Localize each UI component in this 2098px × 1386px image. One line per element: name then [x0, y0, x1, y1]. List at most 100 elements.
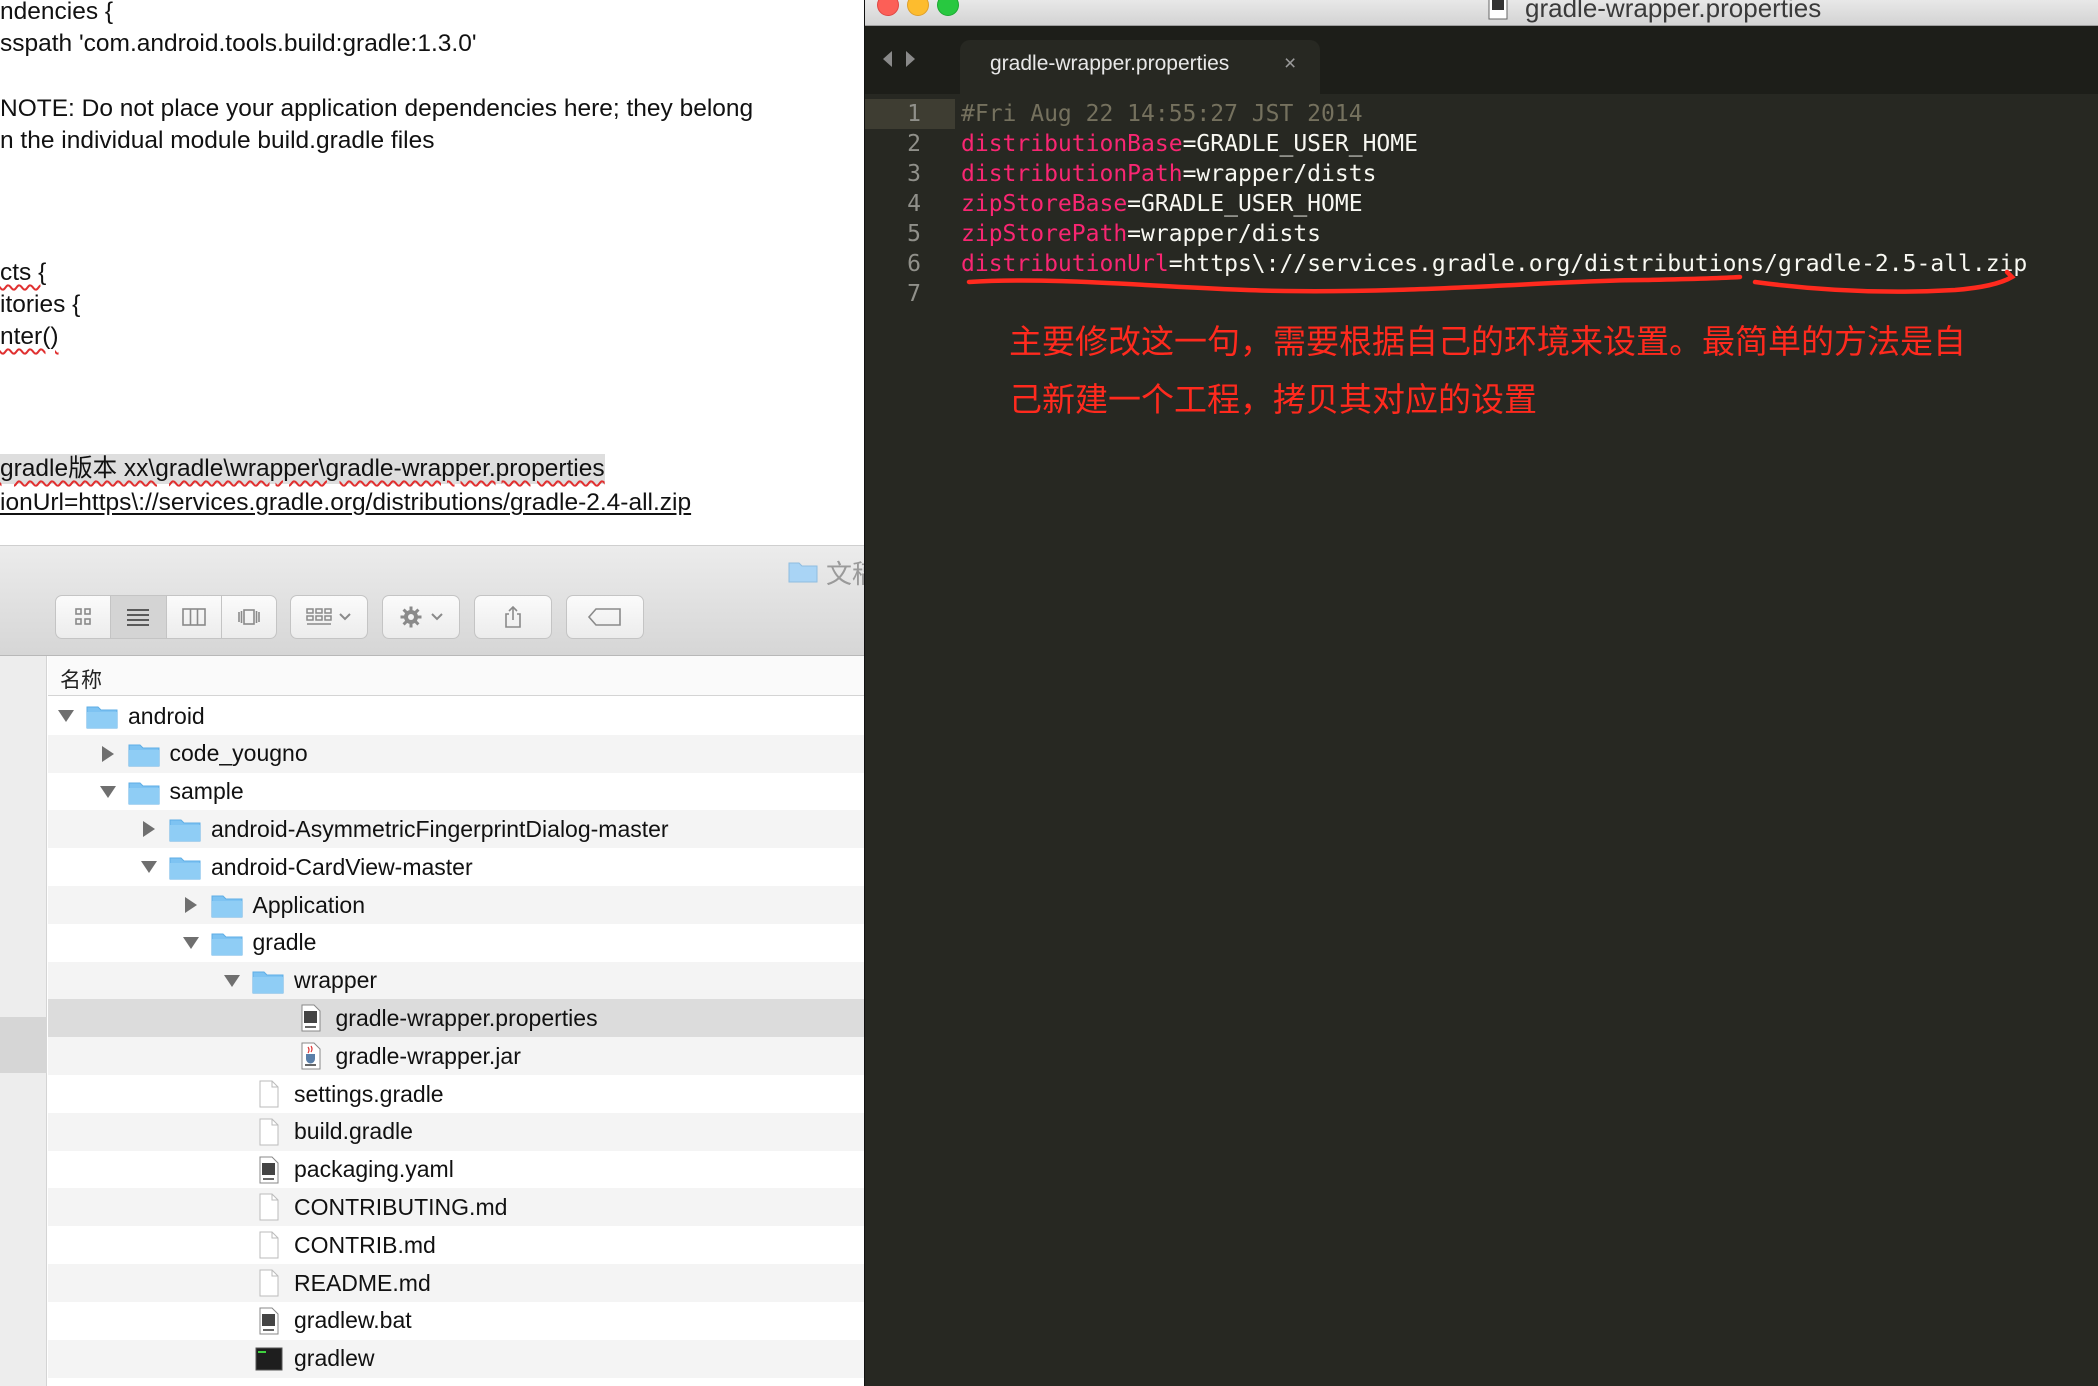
list-view-button[interactable]	[111, 596, 167, 638]
file-row[interactable]: build.gradle	[48, 1112, 864, 1151]
arrange-icon	[306, 608, 332, 625]
file-row[interactable]: gradle-wrapper.jar	[48, 1037, 864, 1076]
doc-line: ndencies {	[0, 0, 114, 25]
doc-line: cts {	[0, 259, 47, 286]
finder-window: 文稿 名称	[0, 545, 864, 1386]
file-row[interactable]: packaging.yaml	[48, 1151, 864, 1189]
file-name: code_yougno	[169, 740, 308, 767]
doc-line: ionUrl=https\://services.gradle.org/dist…	[0, 489, 692, 516]
terminal-icon	[255, 1347, 283, 1371]
file-row[interactable]: README.md	[48, 1264, 864, 1302]
no-disclosure	[222, 1235, 242, 1255]
file-row[interactable]: gradle-wrapper.properties	[48, 999, 864, 1038]
file-row[interactable]: CONTRIBUTING.md	[48, 1188, 864, 1227]
disclosure-open-icon[interactable]	[98, 782, 118, 802]
editor-titlebar: gradle-wrapper.properties	[865, 0, 2098, 26]
name-column-header[interactable]: 名称	[48, 656, 864, 696]
folder-icon	[169, 857, 201, 880]
folder-row[interactable]: sample	[48, 773, 864, 811]
sidebar-selected-item[interactable]	[0, 1017, 47, 1073]
file-row[interactable]: settings.gradle	[48, 1075, 864, 1113]
icon-view-button[interactable]	[56, 596, 112, 638]
no-disclosure	[222, 1273, 242, 1293]
action-button[interactable]	[382, 595, 460, 639]
file-name: gradle-wrapper.properties	[335, 1004, 598, 1031]
file-name: wrapper	[294, 967, 378, 994]
doc-line: nter()	[0, 323, 59, 350]
no-disclosure	[222, 1349, 242, 1369]
close-tab-icon[interactable]: ×	[1284, 52, 1296, 76]
document-icon	[259, 1307, 279, 1335]
disclosure-open-icon[interactable]	[56, 706, 76, 726]
disclosure-closed-icon[interactable]	[98, 744, 118, 764]
file-name: packaging.yaml	[294, 1156, 454, 1183]
file-name: sample	[169, 778, 244, 805]
disclosure-open-icon[interactable]	[181, 933, 201, 953]
chevron-down-icon	[431, 613, 443, 621]
file-icon	[259, 1193, 279, 1221]
columns-icon	[181, 608, 206, 626]
file-name: gradlew	[294, 1345, 375, 1372]
java-jar-icon	[301, 1042, 320, 1070]
disclosure-open-icon[interactable]	[139, 857, 159, 877]
folder-row[interactable]: code_yougno	[48, 734, 864, 773]
folder-icon	[788, 562, 818, 583]
folder-row[interactable]: android-CardView-master	[48, 848, 864, 886]
file-name: settings.gradle	[294, 1080, 444, 1107]
back-arrow-icon[interactable]	[879, 48, 895, 70]
gear-icon	[400, 606, 422, 628]
disclosure-closed-icon[interactable]	[139, 819, 159, 839]
file-name: gradle	[252, 929, 317, 956]
zoom-window-button[interactable]	[937, 0, 959, 16]
view-mode-control[interactable]	[55, 595, 277, 639]
list-icon	[127, 609, 150, 626]
arrange-button[interactable]	[290, 595, 368, 639]
folder-row[interactable]: android-AsymmetricFingerprintDialog-mast…	[48, 810, 864, 849]
file-name: android	[128, 702, 205, 729]
folder-icon	[169, 819, 201, 842]
forward-arrow-icon[interactable]	[903, 48, 919, 70]
no-disclosure	[264, 1008, 284, 1028]
file-row[interactable]: CONTRIB.md	[48, 1226, 864, 1264]
no-disclosure	[222, 1311, 242, 1331]
file-name: android-CardView-master	[211, 853, 473, 880]
code-editor[interactable]: 1 2 3 4 5 6 7 #Fri Aug 22 14:55:27 JST 2…	[865, 94, 2098, 1386]
file-icon	[259, 1080, 279, 1108]
share-button[interactable]	[474, 595, 552, 639]
editor-window: gradle-wrapper.properties gradle-wrapper…	[864, 0, 2098, 1386]
disclosure-closed-icon[interactable]	[181, 895, 201, 915]
tab-gradle-wrapper-properties[interactable]: gradle-wrapper.properties ×	[960, 40, 1320, 94]
cover-flow-icon	[238, 609, 260, 625]
annotation-text: 己新建一个工程，拷贝其对应的设置	[1009, 380, 1537, 419]
no-disclosure	[264, 1046, 284, 1066]
disclosure-open-icon[interactable]	[222, 971, 242, 991]
doc-line: n the individual module build.gradle fil…	[0, 127, 435, 154]
folder-icon	[86, 706, 118, 729]
close-window-button[interactable]	[877, 0, 899, 16]
folder-row[interactable]: wrapper	[48, 961, 864, 1000]
file-icon	[259, 1118, 279, 1146]
no-disclosure	[222, 1160, 242, 1180]
window-title: gradle-wrapper.properties	[1525, 0, 1822, 23]
folder-row[interactable]: Application	[48, 886, 864, 924]
no-disclosure	[222, 1084, 242, 1104]
minimize-window-button[interactable]	[907, 0, 929, 16]
file-name: CONTRIBUTING.md	[294, 1193, 508, 1220]
file-row[interactable]: gradlew	[48, 1339, 864, 1378]
column-view-button[interactable]	[167, 596, 222, 638]
file-name: CONTRIB.md	[294, 1231, 436, 1258]
folder-row[interactable]: android	[48, 697, 864, 735]
document-icon	[301, 1004, 320, 1032]
folder-icon	[128, 744, 159, 767]
cover-flow-button[interactable]	[222, 596, 276, 638]
tags-button[interactable]	[566, 595, 644, 639]
tab-bar: gradle-wrapper.properties ×	[865, 26, 2098, 94]
document-icon	[1488, 0, 1508, 20]
doc-line: itories {	[0, 291, 81, 318]
folder-icon	[252, 971, 284, 994]
file-name: android-AsymmetricFingerprintDialog-mast…	[211, 815, 669, 842]
folder-row[interactable]: gradle	[48, 924, 864, 962]
file-row[interactable]: gradlew.bat	[48, 1302, 864, 1340]
tab-label: gradle-wrapper.properties	[990, 52, 1230, 75]
no-disclosure	[222, 1197, 242, 1217]
